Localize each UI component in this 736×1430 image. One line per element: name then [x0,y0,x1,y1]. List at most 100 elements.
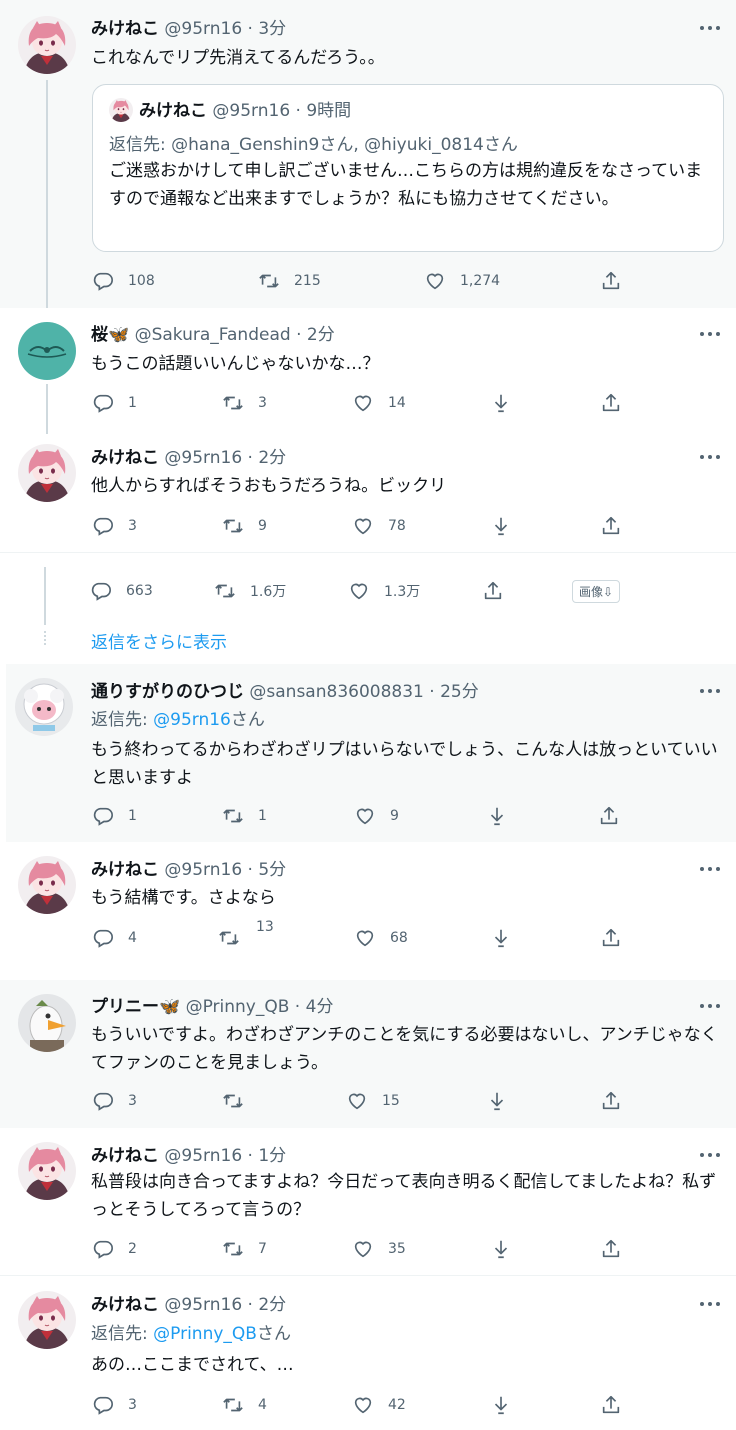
like-button[interactable]: 78 [352,513,406,539]
handle[interactable]: @Prinny_QB [186,997,290,1017]
display-name[interactable]: みけねこ [91,448,159,468]
image-download-button[interactable]: 画像⇩ [558,578,621,604]
retweet-button[interactable]: 9 [222,513,267,539]
timestamp[interactable]: 5分 [258,860,286,880]
timestamp[interactable]: 25分 [440,682,479,702]
share-button[interactable] [600,1236,622,1262]
like-button[interactable]: 14 [352,390,406,416]
share-button[interactable] [600,1392,622,1418]
handle[interactable]: @95rn16 [164,860,242,880]
like-button[interactable]: 35 [352,1236,406,1262]
avatar[interactable] [18,856,76,914]
tweet-8[interactable]: みけねこ @95rn16 · 2分 返信先: @Prinny_QBさん あの…こ… [0,1277,736,1430]
timestamp[interactable]: 1分 [258,1146,286,1166]
tweet-6[interactable]: プリニー🦋 @Prinny_QB · 4分 もういいですよ。わざわざアンチのこと… [0,980,736,1128]
reply-button[interactable]: 3 [92,1392,137,1418]
reply-button[interactable]: 663 [90,578,153,604]
more-icon[interactable] [700,454,720,460]
retweet-button[interactable] [222,1088,258,1114]
reply-to-link[interactable]: @Prinny_QB [153,1324,257,1344]
tweet-text: もういいですよ。わざわざアンチのことを気にする必要はないし、アンチじゃなくてファ… [91,1025,718,1073]
more-icon[interactable] [700,1003,720,1009]
tweet-5[interactable]: みけねこ @95rn16 · 5分 もう結構です。さよなら 4 13 68 [0,842,736,980]
download-button[interactable] [486,803,508,829]
like-button[interactable]: 1,274 [424,268,500,294]
display-name[interactable]: プリニー🦋 [91,997,180,1017]
more-icon[interactable] [700,1301,720,1307]
reply-button[interactable]: 2 [92,1236,137,1262]
download-button[interactable] [490,925,512,951]
handle[interactable]: @95rn16 [164,19,242,39]
like-icon [352,392,374,414]
download-button[interactable] [490,1392,512,1418]
retweet-button[interactable]: 7 [222,1236,267,1262]
retweet-button[interactable]: 4 [222,1392,267,1418]
reply-button[interactable]: 108 [92,268,155,294]
like-button[interactable]: 1.3万 [348,578,420,604]
reply-to-link[interactable]: @95rn16 [153,710,231,730]
handle[interactable]: @95rn16 [164,1295,242,1315]
reply-button[interactable]: 4 [92,925,137,951]
share-button[interactable] [600,390,622,416]
tweet-1[interactable]: みけねこ @95rn16 · 3分 これなんでリプ先消えてるんだろう。。 みけね… [0,0,736,308]
avatar[interactable] [18,322,76,380]
tweet-7[interactable]: みけねこ @95rn16 · 1分 私普段は向き合ってますよね？今日だって表向き… [0,1128,736,1276]
more-icon[interactable] [700,25,720,31]
display-name[interactable]: みけねこ [91,1146,159,1166]
timestamp[interactable]: 4分 [306,997,334,1017]
more-icon[interactable] [700,331,720,337]
quoted-tweet[interactable]: みけねこ @95rn16 · 9時間 返信先: @hana_Genshin9さん… [92,84,724,252]
handle[interactable]: @Sakura_Fandead [135,325,291,345]
download-button[interactable] [486,1088,508,1114]
timestamp[interactable]: 2分 [307,325,335,345]
display-name[interactable]: みけねこ [91,860,159,880]
more-icon[interactable] [700,688,720,694]
share-button[interactable] [600,268,622,294]
reply-button[interactable]: 1 [92,390,137,416]
timestamp[interactable]: 3分 [258,19,286,39]
reply-button[interactable]: 1 [92,803,137,829]
share-button[interactable] [600,513,622,539]
like-button[interactable]: 15 [346,1088,400,1114]
tweet-3[interactable]: みけねこ @95rn16 · 2分 他人からすればそうおもうだろうね。ビックリ … [0,430,736,552]
avatar[interactable] [18,444,76,502]
retweet-button[interactable]: 13 [218,919,274,951]
download-button[interactable] [490,1236,512,1262]
handle[interactable]: @95rn16 [164,1146,242,1166]
download-button[interactable] [490,390,512,416]
show-more-replies-link[interactable]: 返信をさらに表示 [91,632,227,654]
tweet-4[interactable]: 通りすがりのひつじ @sansan836008831 · 25分 返信先: @9… [6,664,736,842]
avatar[interactable] [18,1291,76,1349]
more-icon[interactable] [700,1152,720,1158]
avatar[interactable] [18,994,76,1052]
retweet-button[interactable]: 1 [222,803,267,829]
tweet-2[interactable]: 桜🦋 @Sakura_Fandead · 2分 もうこの話題いいんじゃないかな…… [0,308,736,434]
like-button[interactable]: 9 [354,803,399,829]
reply-button[interactable]: 3 [92,513,137,539]
quoted-display-name: みけねこ [139,101,207,121]
share-button[interactable] [598,803,620,829]
timestamp[interactable]: 2分 [258,1295,286,1315]
share-button[interactable] [600,925,622,951]
like-button[interactable]: 42 [352,1392,406,1418]
display-name[interactable]: みけねこ [91,1295,159,1315]
more-icon[interactable] [700,866,720,872]
download-button[interactable] [490,513,512,539]
retweet-button[interactable]: 215 [258,268,321,294]
avatar[interactable] [18,1142,76,1200]
handle[interactable]: @95rn16 [164,448,242,468]
retweet-button[interactable]: 1.6万 [214,578,286,604]
avatar[interactable] [18,16,76,74]
share-button[interactable] [600,1088,622,1114]
timestamp[interactable]: 2分 [258,448,286,468]
share-button[interactable] [482,578,504,604]
display-name[interactable]: みけねこ [91,19,159,39]
retweet-button[interactable]: 3 [222,390,267,416]
reply-icon [92,1090,114,1112]
handle[interactable]: @sansan836008831 [249,682,423,702]
avatar[interactable] [15,678,73,736]
reply-button[interactable]: 3 [92,1088,137,1114]
like-button[interactable]: 68 [354,925,408,951]
display-name[interactable]: 桜🦋 [91,325,129,345]
display-name[interactable]: 通りすがりのひつじ [91,682,244,702]
